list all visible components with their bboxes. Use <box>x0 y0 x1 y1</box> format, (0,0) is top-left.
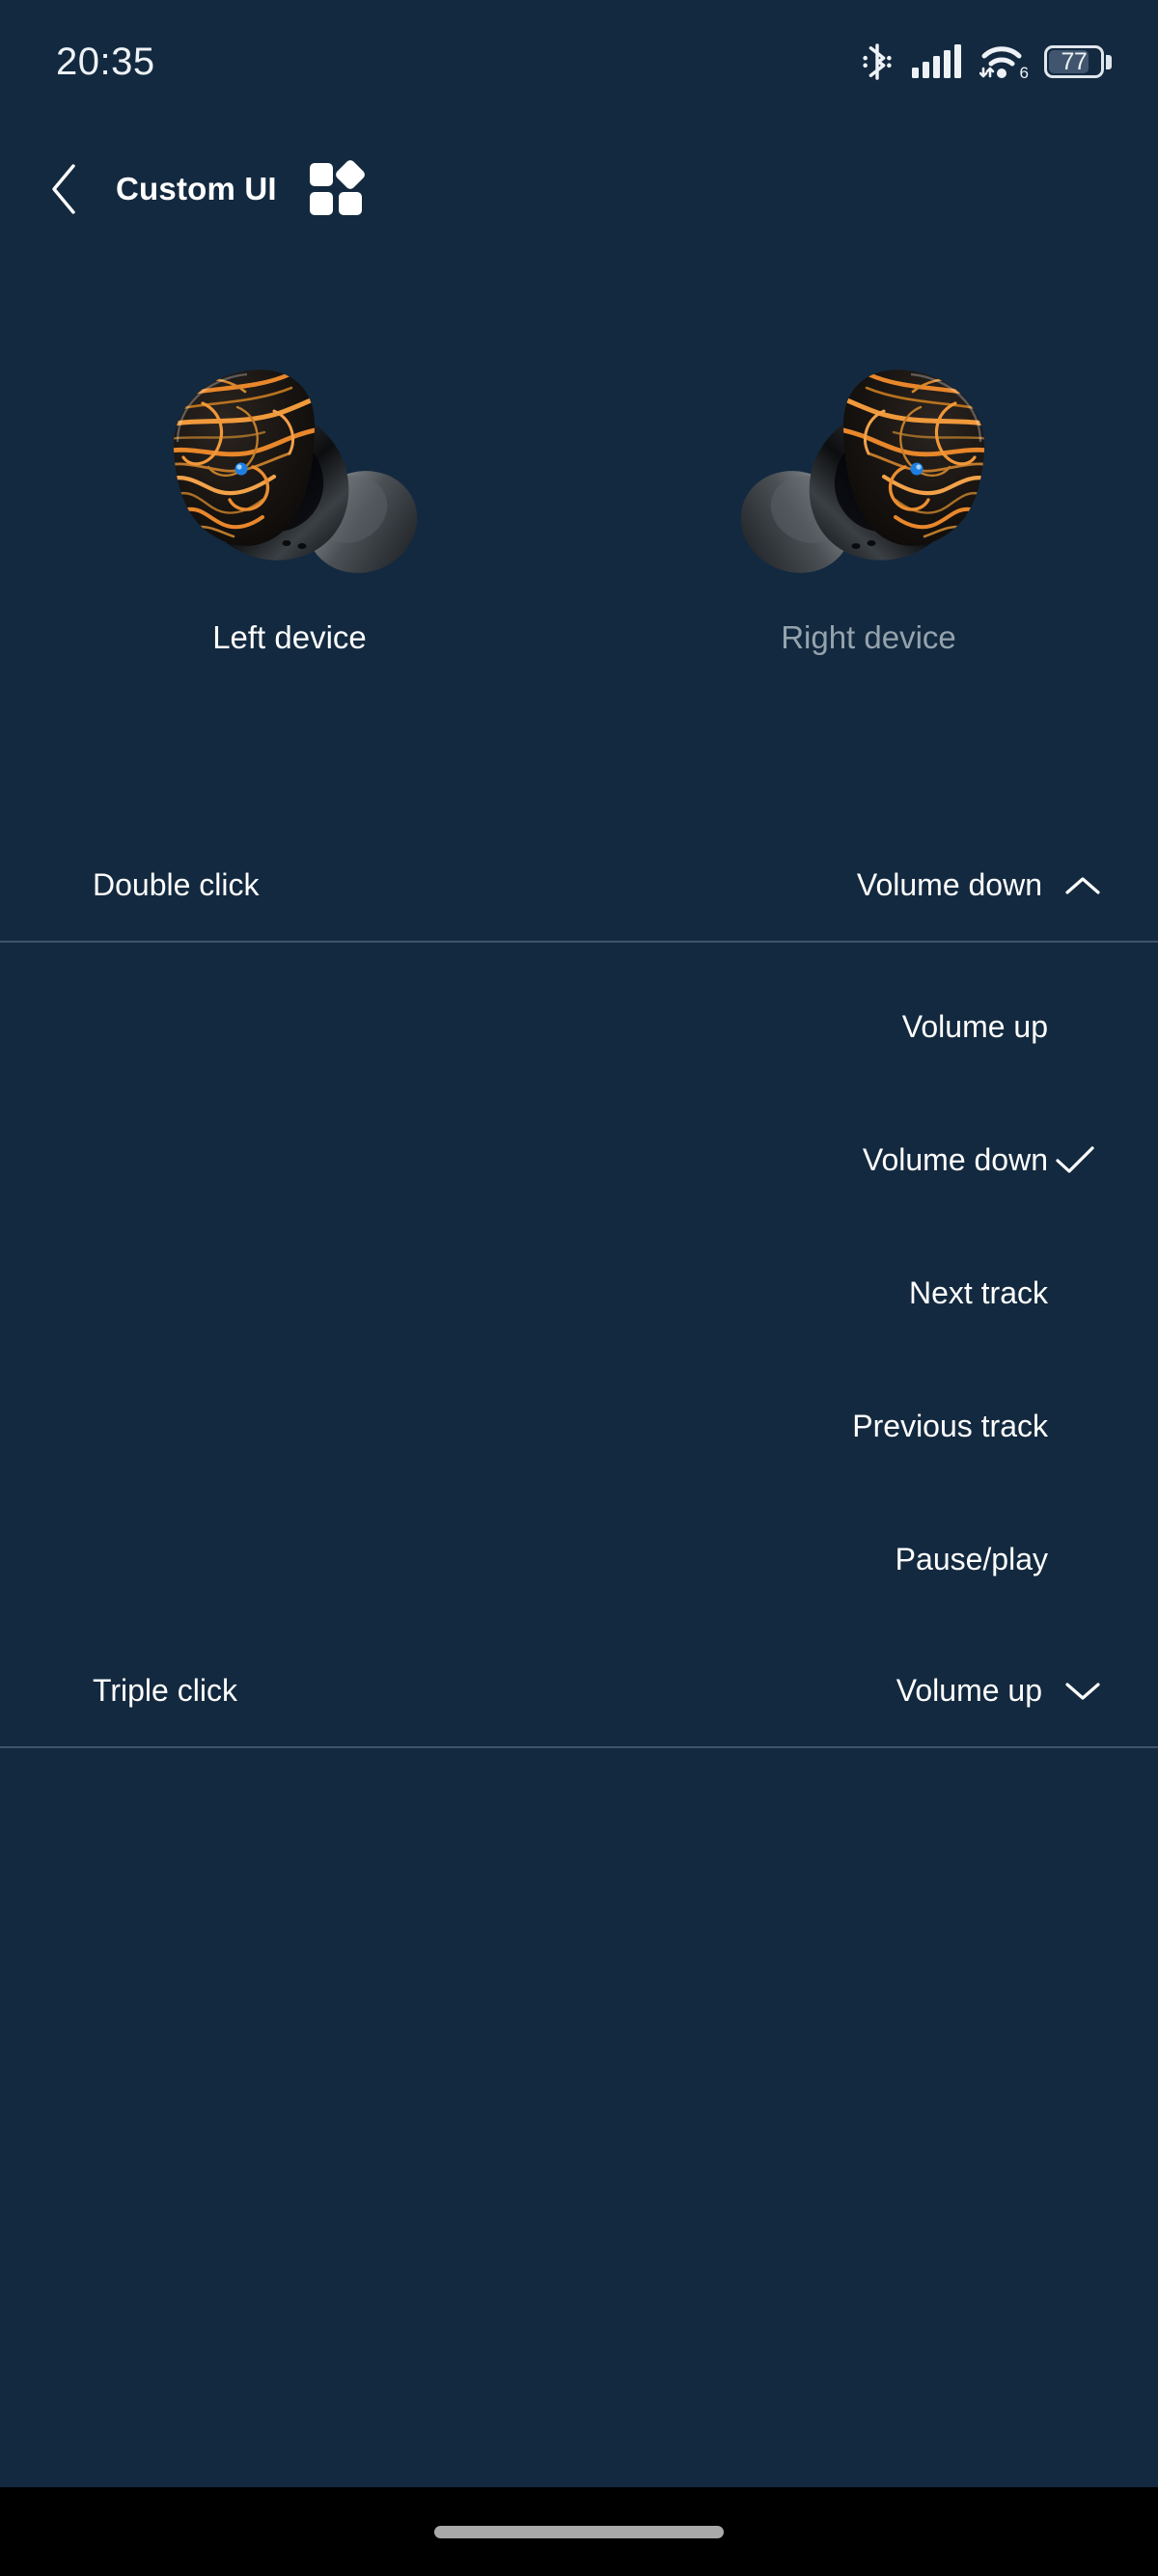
row-value-double-click[interactable]: Volume down <box>857 867 1102 903</box>
chevron-left-icon <box>52 164 75 214</box>
device-label-left: Left device <box>212 619 367 655</box>
device-selector: Left device Right device <box>0 353 1158 720</box>
chevron-up-icon[interactable] <box>1063 874 1102 897</box>
row-value-label-triple-click: Volume up <box>896 1673 1042 1708</box>
divider-below-triple-click <box>0 1746 1158 1748</box>
bluetooth-icon <box>863 43 892 80</box>
status-bar-clock: 20:35 <box>56 40 155 83</box>
right-earbud-image <box>724 353 1013 614</box>
left-earbud-image <box>145 353 434 614</box>
check-icon <box>1048 1143 1102 1176</box>
device-option-left[interactable]: Left device <box>0 353 579 720</box>
dropdown-options-double-click: Volume up Volume down Next track Previou… <box>0 943 1158 1635</box>
row-label-double-click: Double click <box>93 867 260 902</box>
grid-apps-icon[interactable] <box>308 158 367 217</box>
device-option-right[interactable]: Right device <box>579 353 1158 720</box>
system-navigation-bar <box>0 2487 1158 2576</box>
back-button[interactable] <box>31 155 98 223</box>
wifi-icon: 6 <box>979 43 1029 82</box>
status-bar: 20:35 6 77 <box>0 0 1158 123</box>
grid-square-top-left <box>309 163 333 186</box>
status-bar-icons: 6 77 <box>861 43 1112 82</box>
row-value-label-double-click: Volume down <box>856 867 1042 902</box>
gesture-settings-list: Double click Volume down Volume up Volum… <box>0 830 1158 1748</box>
option-next-track[interactable]: Next track <box>0 1226 1158 1359</box>
option-label: Next track <box>908 1274 1048 1310</box>
battery-icon: 77 <box>1044 43 1112 80</box>
option-volume-down[interactable]: Volume down <box>0 1093 1158 1226</box>
device-label-right: Right device <box>781 619 956 655</box>
page-title: Custom UI <box>116 171 277 206</box>
row-double-click[interactable]: Double click Volume down <box>0 830 1158 941</box>
battery-tip <box>1106 54 1112 69</box>
option-label: Pause/play <box>895 1541 1048 1576</box>
grid-square-bottom-right <box>338 192 362 215</box>
battery-percent-label: 77 <box>1061 47 1088 75</box>
cellular-signal-icon <box>912 44 961 78</box>
option-pause-play[interactable]: Pause/play <box>0 1493 1158 1626</box>
option-label: Volume down <box>862 1141 1048 1177</box>
chevron-down-icon[interactable] <box>1063 1680 1102 1703</box>
row-value-triple-click[interactable]: Volume up <box>896 1673 1102 1709</box>
home-gesture-pill[interactable] <box>434 2525 724 2538</box>
wifi-generation-label: 6 <box>1019 64 1029 82</box>
option-label: Previous track <box>852 1408 1048 1443</box>
grid-square-bottom-left <box>309 192 333 215</box>
phone-screen: 20:35 6 77 Custom UI Left device Right d… <box>0 0 1158 2576</box>
app-header: Custom UI <box>0 147 1158 232</box>
option-volume-up[interactable]: Volume up <box>0 960 1158 1093</box>
option-previous-track[interactable]: Previous track <box>0 1359 1158 1493</box>
row-label-triple-click: Triple click <box>93 1673 237 1708</box>
row-triple-click[interactable]: Triple click Volume up <box>0 1635 1158 1746</box>
grid-diamond-top-right <box>333 158 367 191</box>
option-label: Volume up <box>901 1008 1048 1044</box>
